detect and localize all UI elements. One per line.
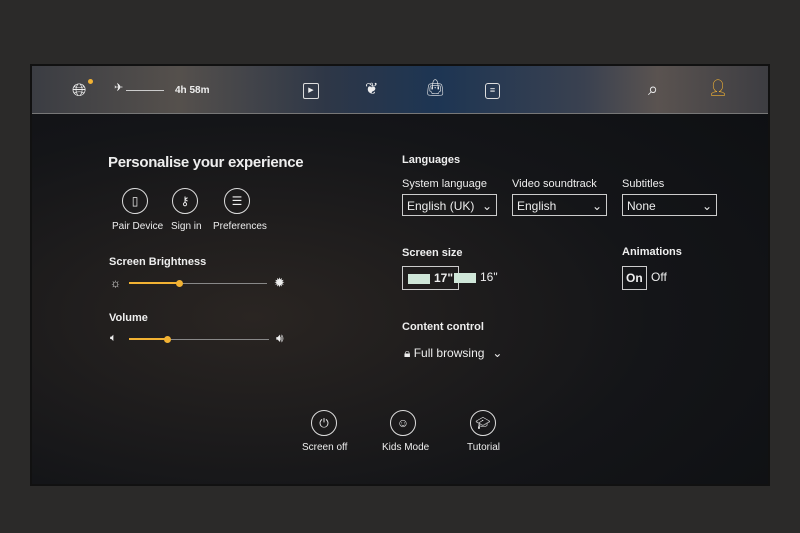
preferences-label[interactable]: Preferences bbox=[213, 221, 267, 232]
subtitles-value: None bbox=[627, 199, 656, 213]
sign-in-label[interactable]: Sign in bbox=[171, 221, 202, 232]
content-control-heading: Content control bbox=[402, 321, 484, 333]
pair-device-label[interactable]: Pair Device bbox=[112, 221, 163, 232]
chevron-down-icon: ⌄ bbox=[701, 199, 712, 213]
brightness-slider[interactable] bbox=[129, 280, 267, 287]
chevron-down-icon: ⌄ bbox=[481, 199, 492, 213]
bird-logo-icon[interactable]: ❦ bbox=[365, 82, 378, 98]
shopping-bag-icon[interactable]: 👜︎ bbox=[425, 81, 445, 97]
volume-high-icon: 🔊︎ bbox=[276, 331, 284, 345]
page-title: Personalise your experience bbox=[108, 154, 304, 171]
top-bar: 🌐︎ ✈ 4h 58m ▶ ❦ 👜︎ ≡ ⌕ 👤︎ bbox=[32, 66, 768, 114]
menu-document-icon[interactable]: ≡ bbox=[485, 83, 500, 99]
plane-icon: ✈ bbox=[114, 82, 124, 94]
animations-off-button[interactable]: Off bbox=[651, 270, 667, 284]
globe-icon[interactable]: 🌐︎ bbox=[72, 81, 86, 99]
video-soundtrack-select[interactable]: English ⌄ bbox=[512, 194, 607, 216]
screen-off-label[interactable]: Screen off bbox=[302, 442, 347, 453]
volume-label: Volume bbox=[109, 312, 148, 324]
volume-slider[interactable] bbox=[129, 336, 269, 343]
brightness-high-icon: ✹ bbox=[274, 275, 285, 290]
system-language-value: English (UK) bbox=[407, 199, 475, 213]
brightness-low-icon: ☼ bbox=[110, 276, 121, 290]
animations-heading: Animations bbox=[622, 246, 682, 258]
chevron-down-icon: ⌄ bbox=[591, 199, 602, 213]
subtitles-label: Subtitles bbox=[622, 178, 665, 190]
search-icon[interactable]: ⌕ bbox=[648, 80, 658, 98]
video-soundtrack-value: English bbox=[517, 199, 557, 213]
preferences-icon[interactable]: ☰ bbox=[224, 188, 250, 214]
screen-size-heading: Screen size bbox=[402, 247, 463, 259]
screen-size-16-option[interactable]: 16" bbox=[454, 270, 498, 284]
subtitles-select[interactable]: None ⌄ bbox=[622, 194, 717, 216]
brightness-label: Screen Brightness bbox=[109, 256, 207, 268]
sign-in-icon[interactable]: ⚷ bbox=[172, 188, 198, 214]
flight-progress-line bbox=[126, 90, 164, 91]
volume-low-icon: 🔈︎ bbox=[110, 332, 117, 344]
languages-heading: Languages bbox=[402, 154, 461, 166]
power-icon[interactable]: ⏻ bbox=[311, 410, 337, 436]
screen-size-17-option[interactable]: 17" bbox=[402, 266, 460, 290]
movies-icon[interactable]: ▶ bbox=[303, 83, 319, 99]
notification-dot bbox=[88, 79, 93, 84]
video-soundtrack-label: Video soundtrack bbox=[512, 178, 597, 190]
flight-time-remaining: 4h 58m bbox=[175, 85, 210, 96]
content-control-select[interactable]: 🔒︎ Full browsing ⌄ bbox=[404, 346, 502, 361]
ife-screen: 🌐︎ ✈ 4h 58m ▶ ❦ 👜︎ ≡ ⌕ 👤︎ Personalise yo… bbox=[30, 64, 770, 486]
tutorial-label[interactable]: Tutorial bbox=[467, 442, 500, 453]
kids-mode-icon[interactable]: ☺ bbox=[390, 410, 416, 436]
animations-on-button[interactable]: On bbox=[622, 266, 647, 290]
kids-mode-label[interactable]: Kids Mode bbox=[382, 442, 429, 453]
pair-device-icon[interactable]: ▯ bbox=[122, 188, 148, 214]
chevron-down-icon: ⌄ bbox=[492, 346, 503, 360]
user-settings-icon[interactable]: 👤︎ bbox=[708, 81, 728, 97]
lock-icon: 🔒︎ bbox=[404, 346, 414, 360]
system-language-label: System language bbox=[402, 178, 487, 190]
tutorial-icon[interactable]: 🎓︎ bbox=[470, 410, 496, 436]
system-language-select[interactable]: English (UK) ⌄ bbox=[402, 194, 497, 216]
